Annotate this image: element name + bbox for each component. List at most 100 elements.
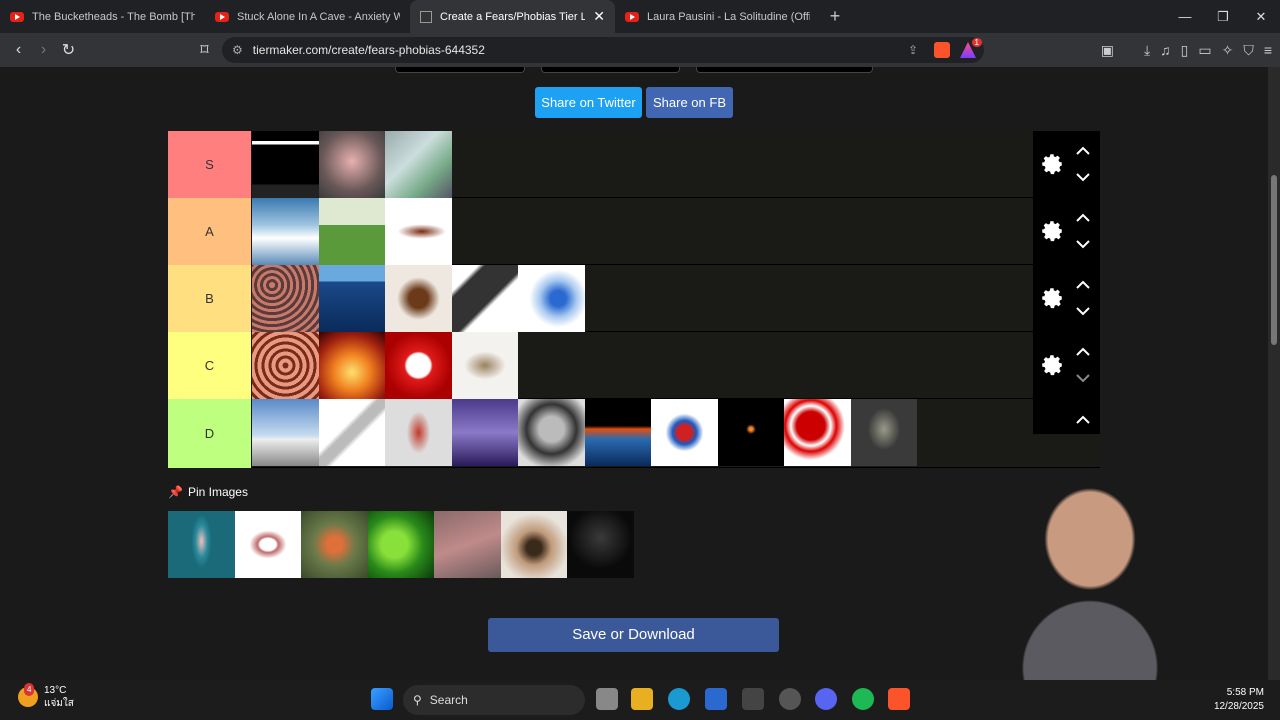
chevron-down-icon[interactable]	[1075, 239, 1091, 249]
tier-image[interactable]	[451, 265, 518, 332]
pool-image[interactable]	[234, 511, 301, 578]
tier-image[interactable]	[850, 399, 917, 466]
page-scrollbar[interactable]	[1268, 67, 1280, 680]
brave-shields-icon[interactable]	[934, 42, 950, 58]
tier-image[interactable]	[385, 332, 452, 399]
tier-image[interactable]	[518, 399, 585, 466]
taskbar-clock[interactable]: 5:58 PM 12/28/2025	[1214, 686, 1264, 714]
tier-label[interactable]: C	[168, 332, 251, 399]
search-label: Search	[429, 693, 468, 707]
address-bar[interactable]: ⚙ tiermaker.com/create/fears-phobias-644…	[222, 37, 984, 63]
share-twitter-button[interactable]: Share on Twitter	[535, 87, 642, 118]
leo-ai-icon[interactable]: ✧	[1222, 42, 1234, 59]
pin-images-toggle[interactable]: 📌 Pin Images	[168, 485, 248, 499]
sidebar-icon[interactable]: ▯	[1181, 42, 1189, 59]
menu-icon[interactable]: ≡	[1264, 42, 1272, 58]
tier-image[interactable]	[451, 399, 518, 466]
brave-icon[interactable]	[888, 688, 910, 710]
tier-image[interactable]	[318, 131, 385, 198]
taskbar-search[interactable]: ⚲ Search	[403, 685, 585, 715]
tier-image[interactable]	[252, 265, 319, 332]
tab-2[interactable]: Stuck Alone In A Cave - Anxiety Warn	[205, 0, 410, 33]
tier-image[interactable]	[252, 198, 319, 265]
tier-label[interactable]: S	[168, 131, 251, 198]
tier-image[interactable]	[252, 332, 319, 399]
tier-label[interactable]: B	[168, 265, 251, 332]
tier-image[interactable]	[451, 332, 518, 399]
gear-icon[interactable]	[1039, 218, 1065, 244]
chevron-up-icon[interactable]	[1075, 146, 1091, 156]
chevron-down-icon[interactable]	[1075, 172, 1091, 182]
tier-image[interactable]	[252, 131, 319, 198]
tab-1[interactable]: The Bucketheads - The Bomb [These	[0, 0, 205, 33]
tab-4[interactable]: Laura Pausini - La Solitudine (Official	[615, 0, 820, 33]
tier-image[interactable]	[385, 399, 452, 466]
tier-image[interactable]	[784, 399, 851, 466]
share-icon[interactable]: ⇪	[908, 43, 918, 57]
restore-icon[interactable]: ❐	[1204, 0, 1242, 33]
chevron-up-icon[interactable]	[1075, 213, 1091, 223]
partial-button[interactable]	[395, 67, 525, 73]
tier-label[interactable]: A	[168, 198, 251, 265]
tier-label[interactable]: D	[168, 399, 251, 468]
obs-icon[interactable]	[779, 688, 801, 710]
store-icon[interactable]	[705, 688, 727, 710]
reload-icon[interactable]: ↻	[56, 40, 81, 60]
pool-image[interactable]	[434, 511, 501, 578]
tier-image[interactable]	[385, 198, 452, 265]
tier-image[interactable]	[518, 265, 585, 332]
gear-icon[interactable]	[1039, 285, 1065, 311]
tier-image[interactable]	[385, 265, 452, 332]
wallet-icon[interactable]: ▭	[1198, 42, 1211, 59]
chevron-down-icon[interactable]	[1075, 306, 1091, 316]
forward-icon[interactable]: ›	[31, 41, 56, 59]
pool-image[interactable]	[367, 511, 434, 578]
share-fb-button[interactable]: Share on FB	[646, 87, 733, 118]
tier-image[interactable]	[318, 399, 385, 466]
close-tab-icon[interactable]: ✕	[593, 8, 605, 25]
tier-image[interactable]	[252, 399, 319, 466]
partial-button[interactable]	[541, 67, 680, 73]
tier-image[interactable]	[717, 399, 784, 466]
edge-icon[interactable]	[668, 688, 690, 710]
music-icon[interactable]: ♫	[1160, 42, 1171, 58]
tier-image[interactable]	[651, 399, 718, 466]
task-view-icon[interactable]	[596, 688, 618, 710]
rewards-badge: 1	[971, 38, 982, 47]
tier-image[interactable]	[385, 131, 452, 198]
bookmark-icon[interactable]: ⌑	[192, 40, 217, 60]
youtube-icon	[215, 11, 229, 22]
discord-icon[interactable]	[815, 688, 837, 710]
chevron-down-icon[interactable]	[1075, 373, 1091, 383]
site-info-icon[interactable]: ⚙	[232, 43, 243, 57]
pool-image[interactable]	[500, 511, 567, 578]
app-icon[interactable]	[742, 688, 764, 710]
pin-images-label: Pin Images	[187, 485, 248, 499]
spotify-icon[interactable]	[852, 688, 874, 710]
tier-image[interactable]	[584, 399, 651, 466]
vpn-icon[interactable]: ⛉	[1243, 42, 1254, 59]
close-window-icon[interactable]: ✕	[1242, 0, 1280, 33]
partial-button[interactable]	[696, 67, 873, 73]
chevron-up-icon[interactable]	[1075, 347, 1091, 357]
gear-icon[interactable]	[1039, 151, 1065, 177]
file-explorer-icon[interactable]	[631, 688, 653, 710]
chevron-up-icon[interactable]	[1075, 280, 1091, 290]
minimize-icon[interactable]: —	[1166, 0, 1204, 33]
tab-3-active[interactable]: Create a Fears/Phobias Tier List ✕	[410, 0, 615, 33]
tier-image[interactable]	[318, 332, 385, 399]
scrollbar-thumb[interactable]	[1271, 175, 1277, 345]
save-download-button[interactable]: Save or Download	[488, 618, 779, 652]
back-icon[interactable]: ‹	[6, 41, 31, 59]
gear-icon[interactable]	[1039, 352, 1065, 378]
windows-start-icon[interactable]	[371, 688, 393, 710]
pool-image[interactable]	[301, 511, 368, 578]
pool-image[interactable]	[168, 511, 235, 578]
pool-image[interactable]	[567, 511, 634, 578]
tier-image[interactable]	[318, 198, 385, 265]
weather-widget[interactable]: 4 13°C แจ่มใส	[18, 683, 74, 710]
sidebar-toggle-icon[interactable]: ▣	[1101, 42, 1114, 59]
tier-image[interactable]	[318, 265, 385, 332]
download-icon[interactable]: ⤓	[1144, 42, 1150, 59]
new-tab-button[interactable]: +	[820, 6, 850, 27]
